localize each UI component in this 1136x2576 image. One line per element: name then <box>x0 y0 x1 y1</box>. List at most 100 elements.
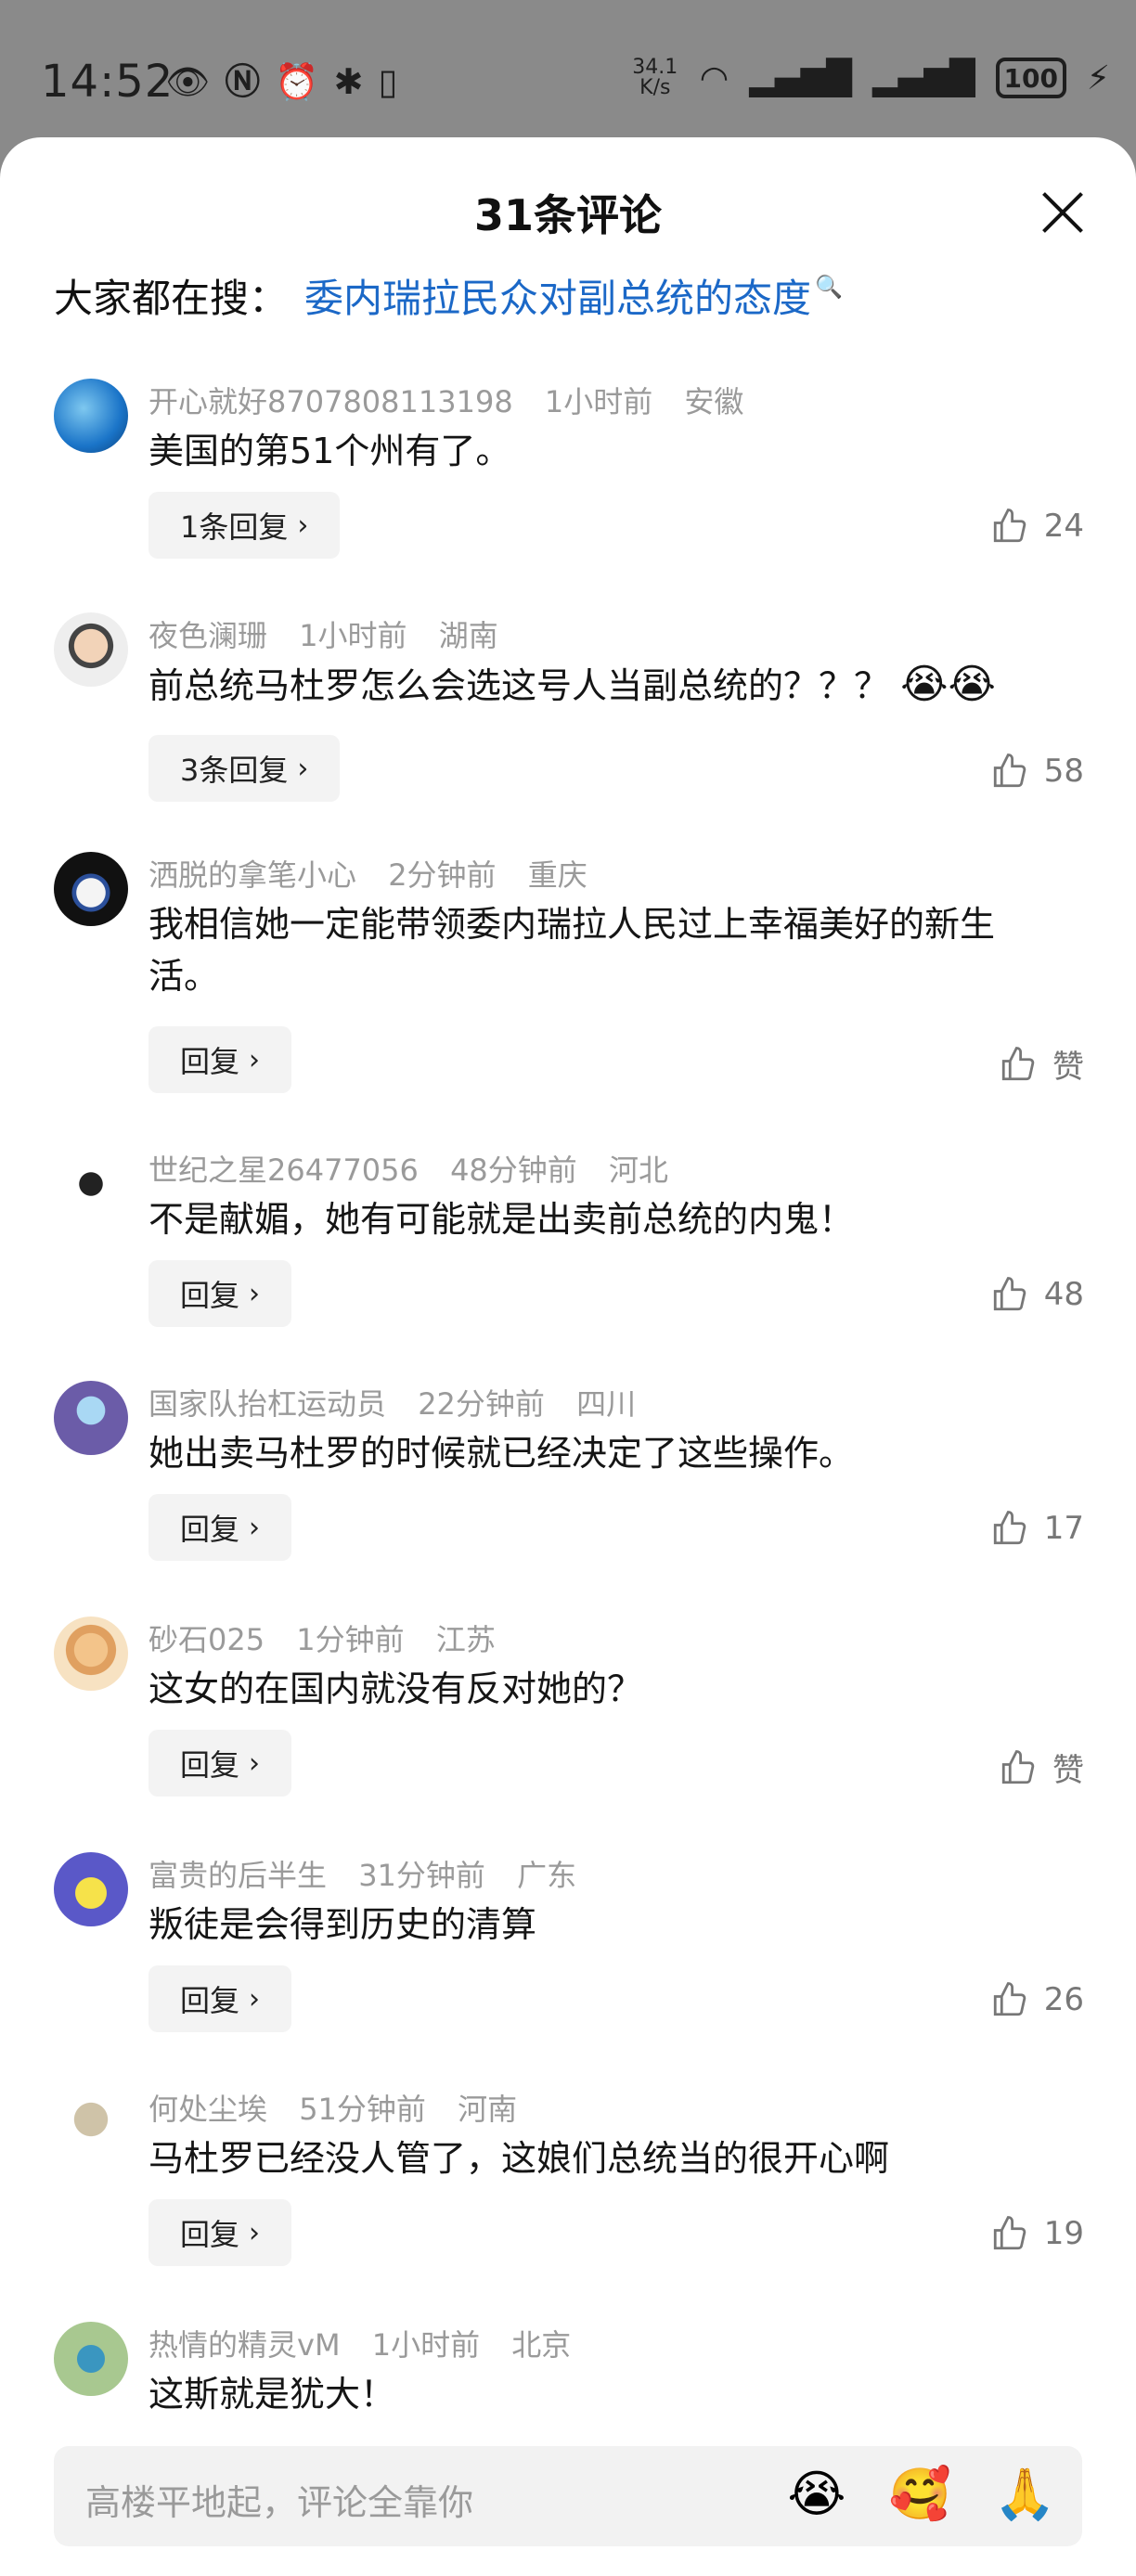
chevron-right-icon: › <box>249 1982 261 2016</box>
thumbs-up-icon <box>990 1509 1044 1548</box>
emoji-pray-icon[interactable]: 🙏 <box>994 2465 1056 2524</box>
like-button[interactable]: 17 <box>990 1509 1084 1548</box>
comment-text-content: 我相信她一定能带领委内瑞拉人民过上幸福美好的新生活。 <box>148 904 996 997</box>
comment-time: 2分钟前 <box>388 857 497 893</box>
comment-item[interactable]: 国家队抬杠运动员 22分钟前 四川 她出卖马杜罗的时候就已经决定了这些操作。 回… <box>0 1373 1136 1609</box>
avatar[interactable] <box>54 1147 128 1221</box>
comment-text-content: 这女的在国内就没有反对她的？ <box>148 1668 643 1709</box>
reply-button[interactable]: 回复 › <box>148 1260 292 1327</box>
comment-username[interactable]: 富贵的后半生 <box>148 1858 327 1893</box>
like-count: 48 <box>1043 1276 1084 1313</box>
comment-text: 美国的第51个州有了。 <box>148 425 1039 477</box>
comment-username[interactable]: 开心就好8707808113198 <box>148 384 513 419</box>
reply-button[interactable]: 回复 › <box>148 1494 292 1561</box>
comment-meta: 富贵的后半生 31分钟前 广东 <box>148 1852 599 1895</box>
avatar[interactable] <box>54 1852 128 1926</box>
comment-username[interactable]: 世纪之星26477056 <box>148 1153 419 1188</box>
comment-text-content: 前总统马杜罗怎么会选这号人当副总统的？？？ <box>148 665 890 706</box>
like-count: 赞 <box>1052 1752 1084 1789</box>
comment-meta: 夜色澜珊 1小时前 湖南 <box>148 612 521 655</box>
comment-username[interactable]: 何处尘埃 <box>148 2092 267 2127</box>
comment-username[interactable]: 洒脱的拿笔小心 <box>148 857 356 893</box>
comment-text-content: 她出卖马杜罗的时候就已经决定了这些操作。 <box>148 1433 855 1474</box>
like-button[interactable]: 赞 <box>999 1745 1084 1790</box>
reply-label: 回复 <box>180 1044 240 1079</box>
comment-text: 她出卖马杜罗的时候就已经决定了这些操作。 <box>148 1427 1039 1479</box>
hot-search-label: 大家都在搜： <box>54 276 289 321</box>
signal-icon: ▂▄▆█ <box>871 58 975 97</box>
comment-item[interactable]: 砂石025 1分钟前 江苏 这女的在国内就没有反对她的？ 回复 › 赞 <box>0 1609 1136 1845</box>
comment-text-content: 这斯就是犹大！ <box>148 2374 396 2415</box>
vibrate-icon: ▯ <box>378 61 398 102</box>
comment-item[interactable]: 开心就好8707808113198 1小时前 安徽 美国的第51个州有了。 1条… <box>0 371 1136 607</box>
comment-location: 重庆 <box>527 857 587 893</box>
reply-button[interactable]: 1条回复 › <box>148 492 341 559</box>
eye-icon: 👁 <box>165 61 211 102</box>
thumbs-up-icon <box>990 2214 1044 2253</box>
comment-time: 22分钟前 <box>418 1386 545 1422</box>
hot-search-link[interactable]: 委内瑞拉民众对副总统的态度 <box>304 267 811 324</box>
comment-username[interactable]: 国家队抬杠运动员 <box>148 1386 386 1422</box>
comment-input-placeholder: 高楼平地起，评论全靠你 <box>85 2482 474 2523</box>
comment-time: 51分钟前 <box>299 2092 426 2127</box>
comment-time: 1分钟前 <box>296 1622 405 1657</box>
like-count: 17 <box>1043 1510 1084 1547</box>
sheet-title: 31条评论 <box>473 190 662 240</box>
comment-time: 1小时前 <box>544 384 653 419</box>
like-count: 26 <box>1043 1981 1084 2018</box>
hot-search: 大家都在搜： 委内瑞拉民众对副总统的态度 🔍 <box>54 267 843 324</box>
comment-location: 江苏 <box>435 1622 496 1657</box>
like-count: 19 <box>1043 2215 1084 2252</box>
like-button[interactable]: 58 <box>990 752 1084 791</box>
comment-item[interactable]: 夜色澜珊 1小时前 湖南 前总统马杜罗怎么会选这号人当副总统的？？？ 😭😭 3条… <box>0 605 1136 841</box>
like-button[interactable]: 赞 <box>999 1041 1084 1087</box>
comment-item[interactable]: 富贵的后半生 31分钟前 广东 叛徒是会得到历史的清算 回复 › 26 <box>0 1845 1136 2080</box>
reply-button[interactable]: 回复 › <box>148 1730 292 1797</box>
comment-meta: 砂石025 1分钟前 江苏 <box>148 1616 518 1659</box>
status-bar: 14:52 👁 Ⓝ ⏰ ✱ ▯ 34.1 K/s ◠ ▂▄▆█ ▂▄▆█ 100 … <box>0 0 1136 139</box>
like-button[interactable]: 19 <box>990 2214 1084 2253</box>
comment-item[interactable]: 洒脱的拿笔小心 2分钟前 重庆 我相信她一定能带领委内瑞拉人民过上幸福美好的新生… <box>0 844 1136 1093</box>
avatar[interactable] <box>54 2322 128 2396</box>
reply-label: 回复 <box>180 1747 240 1783</box>
emoji-laugh-cry-icon[interactable]: 😭 <box>787 2465 846 2524</box>
reply-button[interactable]: 回复 › <box>148 1026 292 1093</box>
thumbs-up-icon <box>990 1275 1044 1314</box>
avatar[interactable] <box>54 379 128 453</box>
comment-meta: 热情的精灵vM 1小时前 北京 <box>148 2322 593 2364</box>
avatar[interactable] <box>54 1616 128 1691</box>
nfc-icon: Ⓝ <box>225 61 261 102</box>
comment-location: 安徽 <box>684 384 744 419</box>
emoji-love-icon[interactable]: 🥰 <box>889 2465 951 2524</box>
comment-input[interactable]: 高楼平地起，评论全靠你 😭 🥰 🙏 <box>54 2446 1082 2546</box>
chevron-right-icon: › <box>249 1746 261 1780</box>
avatar[interactable] <box>54 2086 128 2160</box>
reply-button[interactable]: 回复 › <box>148 2199 292 2266</box>
like-button[interactable]: 48 <box>990 1275 1084 1314</box>
avatar[interactable] <box>54 1381 128 1455</box>
comment-meta: 世纪之星26477056 48分钟前 河北 <box>148 1147 691 1190</box>
comment-item[interactable]: 何处尘埃 51分钟前 河南 马杜罗已经没人管了，这娘们总统当的很开心啊 回复 ›… <box>0 2079 1136 2314</box>
reply-button[interactable]: 回复 › <box>148 1965 292 2032</box>
comment-text: 叛徒是会得到历史的清算 <box>148 1899 1039 1951</box>
comment-text: 前总统马杜罗怎么会选这号人当副总统的？？？ 😭😭 <box>148 659 1039 712</box>
comment-item[interactable]: 世纪之星26477056 48分钟前 河北 不是献媚，她有可能就是出卖前总统的内… <box>0 1140 1136 1375</box>
search-icon: 🔍 <box>815 273 843 300</box>
chevron-right-icon: › <box>249 2216 261 2249</box>
comment-username[interactable]: 砂石025 <box>148 1622 265 1657</box>
close-icon[interactable] <box>1039 189 1086 236</box>
avatar[interactable] <box>54 612 128 687</box>
comment-time: 31分钟前 <box>358 1858 485 1893</box>
status-time: 14:52 <box>41 56 174 108</box>
comment-username[interactable]: 热情的精灵vM <box>148 2327 341 2363</box>
like-count: 58 <box>1043 753 1084 790</box>
wifi-icon: ◠ <box>699 58 729 97</box>
signal-icon: ▂▄▆█ <box>749 58 852 97</box>
avatar[interactable] <box>54 852 128 926</box>
like-button[interactable]: 24 <box>990 507 1084 546</box>
comment-username[interactable]: 夜色澜珊 <box>148 618 267 653</box>
comment-text-content: 叛徒是会得到历史的清算 <box>148 1904 537 1945</box>
reply-button[interactable]: 3条回复 › <box>148 735 341 802</box>
like-button[interactable]: 26 <box>990 1980 1084 2019</box>
comment-meta: 何处尘埃 51分钟前 河南 <box>148 2086 539 2129</box>
